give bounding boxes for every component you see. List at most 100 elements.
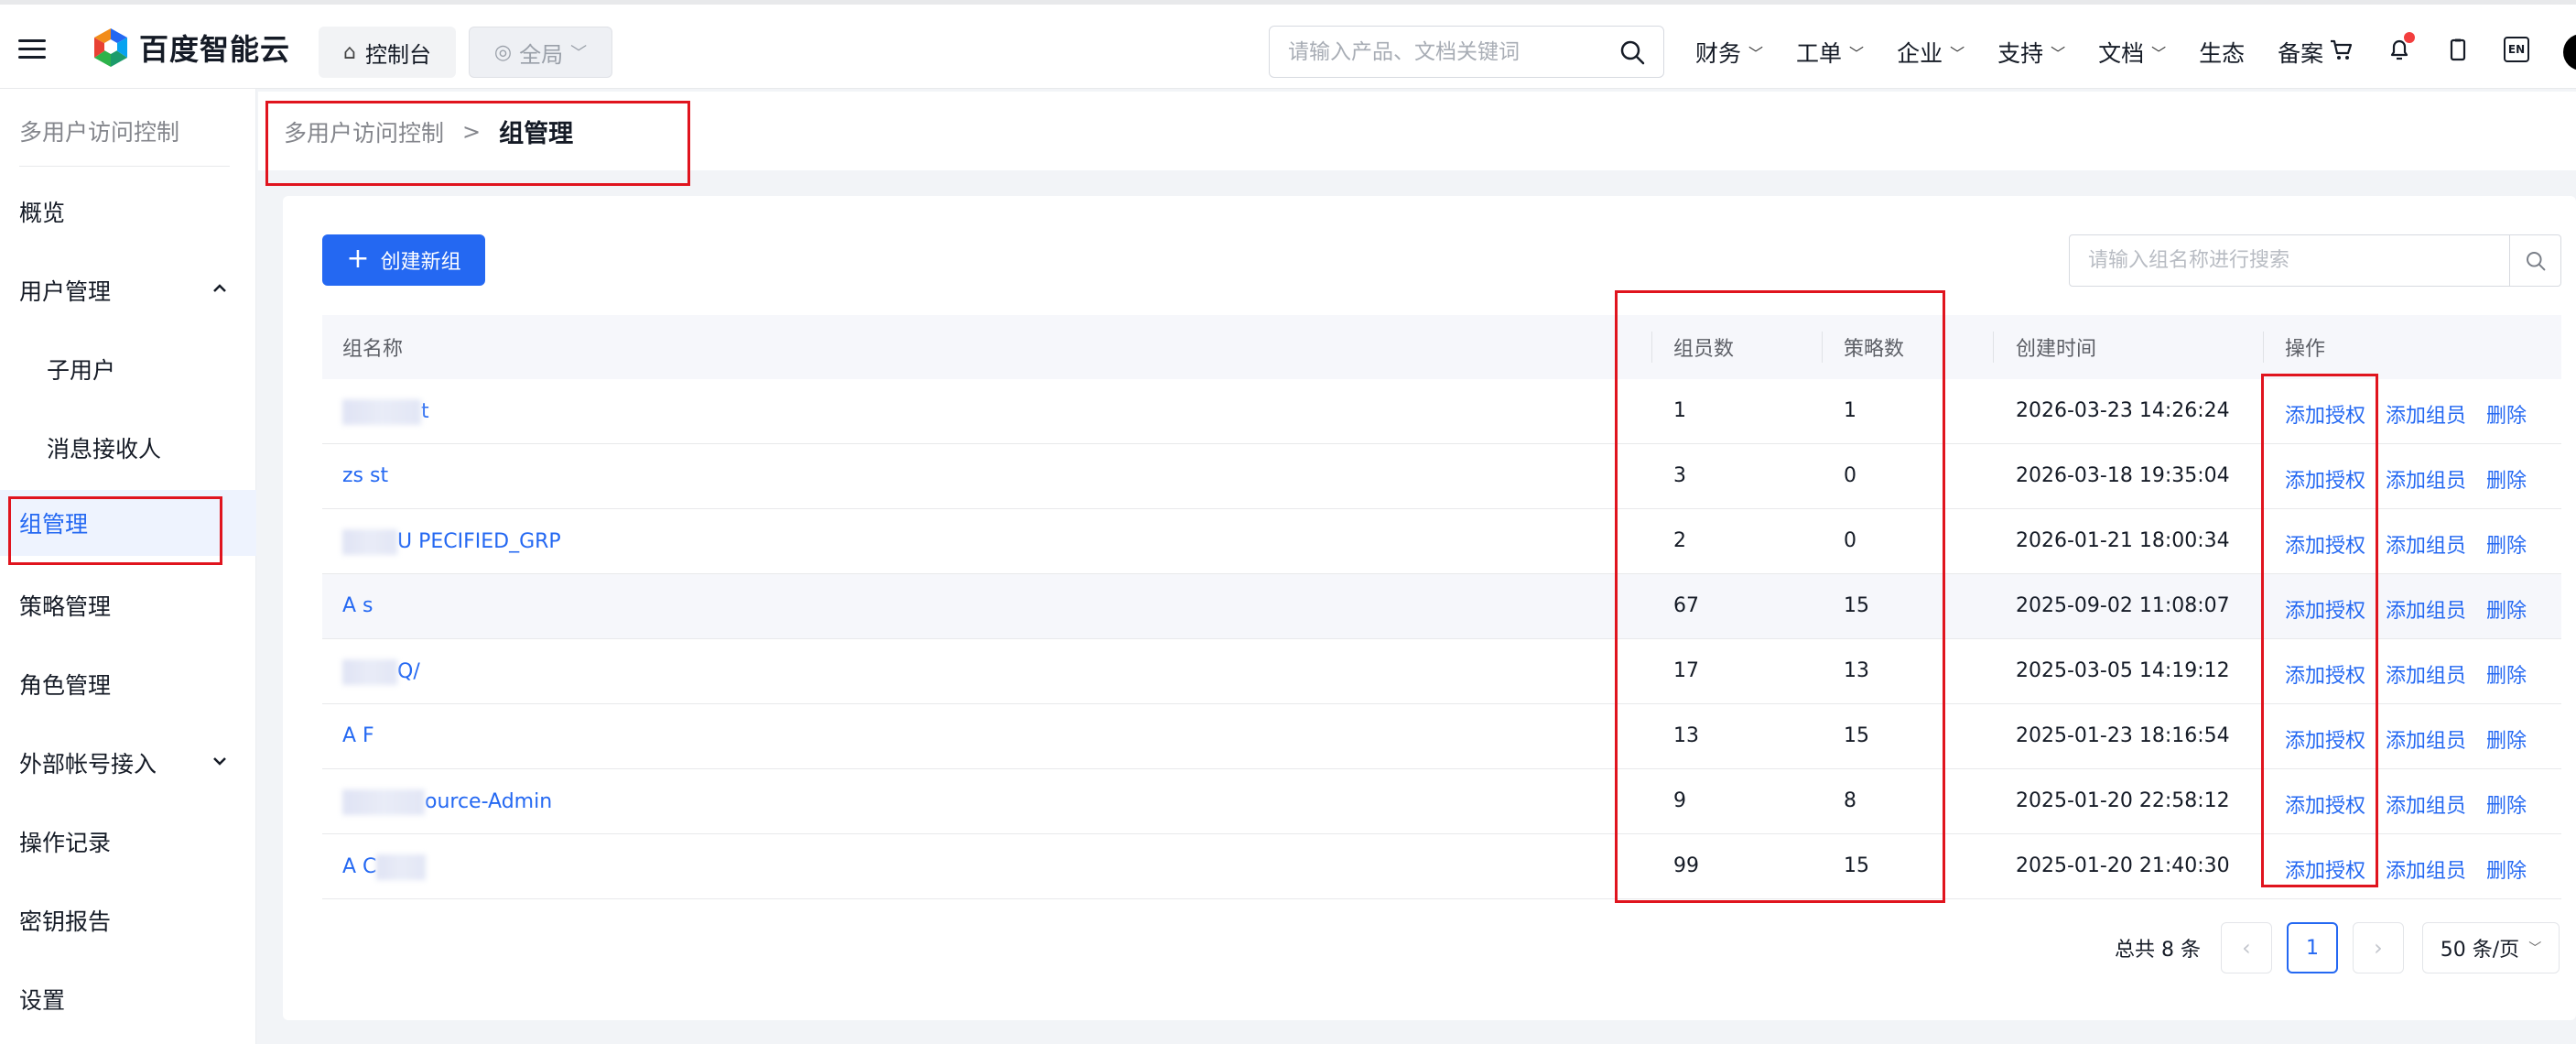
group-search-input[interactable] [2070, 235, 2509, 286]
page-header [258, 92, 2576, 170]
masked-text [342, 659, 397, 685]
add-member-link[interactable]: 添加组员 [2386, 665, 2466, 688]
add-permission-link[interactable]: 添加授权 [2285, 470, 2365, 493]
sidebar-item-sub-users[interactable]: 子用户 [0, 336, 256, 402]
cart-icon[interactable] [2325, 34, 2356, 65]
row-actions: 添加授权 添加组员 删除 [2285, 789, 2547, 819]
sidebar-item-policy-management[interactable]: 策略管理 [0, 572, 256, 638]
region-selector[interactable]: ◎ 全局 ﹀ [469, 27, 612, 78]
add-permission-link[interactable]: 添加授权 [2285, 535, 2365, 558]
brand-name: 百度智能云 [139, 32, 291, 67]
brand-logo[interactable]: 百度智能云 [92, 27, 290, 69]
nav-docs[interactable]: 文档 ﹀ [2098, 36, 2166, 69]
sidebar-item-label: 密钥报告 [19, 908, 112, 935]
created-time: 2025-01-20 22:58:12 [2016, 789, 2230, 812]
add-member-link[interactable]: 添加组员 [2386, 535, 2466, 558]
chevron-down-icon: ﹀ [570, 44, 588, 63]
delete-link[interactable]: 删除 [2486, 535, 2527, 558]
sidebar-item-role-management[interactable]: 角色管理 [0, 651, 256, 717]
language-label: EN [2504, 37, 2529, 62]
language-icon[interactable]: EN [2501, 34, 2532, 65]
group-name-text: t [421, 400, 429, 423]
menu-icon[interactable] [18, 39, 46, 60]
clipboard-icon[interactable] [2442, 34, 2473, 65]
group-name-link[interactable]: U PECIFIED_GRP [342, 529, 561, 555]
delete-link[interactable]: 删除 [2486, 470, 2527, 493]
sidebar-item-external-accounts[interactable]: 外部帐号接入 [0, 730, 256, 796]
chevron-left-icon: ‹ [2242, 935, 2251, 961]
sidebar-item-label: 组管理 [19, 511, 89, 538]
add-permission-link[interactable]: 添加授权 [2285, 665, 2365, 688]
sidebar-item-message-receivers[interactable]: 消息接收人 [0, 415, 256, 481]
add-permission-link[interactable]: 添加授权 [2285, 600, 2365, 623]
nav-finance[interactable]: 财务 ﹀ [1695, 36, 1763, 69]
created-time: 2026-03-18 19:35:04 [2016, 464, 2230, 487]
policy-count: 15 [1844, 724, 1869, 747]
delete-link[interactable]: 删除 [2486, 860, 2527, 883]
nav-filing[interactable]: 备案 [2278, 36, 2323, 69]
sidebar-item-operation-logs[interactable]: 操作记录 [0, 809, 256, 875]
breadcrumb-parent[interactable]: 多用户访问控制 [284, 115, 444, 148]
group-name-text: zs st [342, 464, 389, 487]
nav-support[interactable]: 支持 ﹀ [1997, 36, 2065, 69]
console-button[interactable]: ⌂ 控制台 [319, 27, 456, 78]
row-actions: 添加授权 添加组员 删除 [2285, 464, 2547, 494]
page-number-button[interactable]: 1 [2286, 922, 2338, 973]
created-time: 2026-03-23 14:26:24 [2016, 399, 2230, 422]
nav-ecosystem[interactable]: 生态 [2199, 36, 2245, 69]
sidebar-item-key-report[interactable]: 密钥报告 [0, 887, 256, 953]
delete-link[interactable]: 删除 [2486, 665, 2527, 688]
delete-link[interactable]: 删除 [2486, 405, 2527, 428]
group-name-link[interactable]: A C [342, 854, 427, 880]
group-name-link[interactable]: ource-Admin [342, 789, 552, 815]
created-time: 2025-09-02 11:08:07 [2016, 594, 2230, 617]
add-member-link[interactable]: 添加组员 [2386, 730, 2466, 753]
nav-enterprise[interactable]: 企业 ﹀ [1897, 36, 1964, 69]
column-header-created: 创建时间 [2016, 338, 2097, 361]
delete-link[interactable]: 删除 [2486, 600, 2527, 623]
group-name-link[interactable]: t [342, 399, 429, 425]
member-count: 67 [1673, 594, 1699, 617]
prev-page-button[interactable]: ‹ [2220, 922, 2272, 973]
add-member-link[interactable]: 添加组员 [2386, 860, 2466, 883]
nav-label: 财务 [1695, 40, 1742, 67]
breadcrumb: 多用户访问控制 > 组管理 [284, 114, 573, 149]
chevron-up-icon [213, 284, 226, 292]
add-permission-link[interactable]: 添加授权 [2285, 860, 2365, 883]
row-actions: 添加授权 添加组员 删除 [2285, 529, 2547, 559]
global-search-input[interactable] [1288, 39, 1619, 64]
group-name-link[interactable]: A F [342, 724, 374, 747]
create-group-button[interactable]: + 创建新组 [322, 234, 485, 286]
add-member-link[interactable]: 添加组员 [2386, 405, 2466, 428]
add-member-link[interactable]: 添加组员 [2386, 600, 2466, 623]
delete-link[interactable]: 删除 [2486, 795, 2527, 818]
member-count: 13 [1673, 724, 1699, 747]
sidebar-item-group-management[interactable]: 组管理 [0, 490, 256, 556]
add-permission-link[interactable]: 添加授权 [2285, 405, 2365, 428]
pagination-total: 总共 8 条 [2115, 939, 2201, 962]
group-name-link[interactable]: Q/ [342, 659, 420, 685]
sidebar-item-label: 策略管理 [19, 593, 112, 620]
add-member-link[interactable]: 添加组员 [2386, 795, 2466, 818]
member-count: 99 [1673, 854, 1699, 877]
nav-ticket[interactable]: 工单 ﹀ [1796, 36, 1864, 69]
table-row: A F 13 15 2025-01-23 18:16:54 添加授权 添加组员 删除 [322, 704, 2561, 769]
next-page-button[interactable]: › [2352, 922, 2404, 973]
page-size-select[interactable]: 50 条/页 ﹀ [2421, 922, 2560, 973]
avatar[interactable] [2563, 34, 2576, 71]
nav-label: 支持 [1997, 40, 2044, 67]
group-name-link[interactable]: A s [342, 594, 373, 617]
sidebar-item-user-management[interactable]: 用户管理 [0, 257, 256, 323]
sidebar-item-overview[interactable]: 概览 [0, 179, 256, 245]
page-title: 组管理 [499, 120, 574, 148]
add-member-link[interactable]: 添加组员 [2386, 470, 2466, 493]
group-search-button[interactable] [2509, 235, 2560, 286]
search-icon [2526, 251, 2545, 270]
group-name-link[interactable]: zs st [342, 464, 388, 487]
add-permission-link[interactable]: 添加授权 [2285, 730, 2365, 753]
delete-link[interactable]: 删除 [2486, 730, 2527, 753]
sidebar-item-settings[interactable]: 设置 [0, 966, 256, 1032]
search-icon[interactable] [1619, 39, 1645, 65]
add-permission-link[interactable]: 添加授权 [2285, 795, 2365, 818]
bell-icon[interactable] [2384, 32, 2415, 65]
